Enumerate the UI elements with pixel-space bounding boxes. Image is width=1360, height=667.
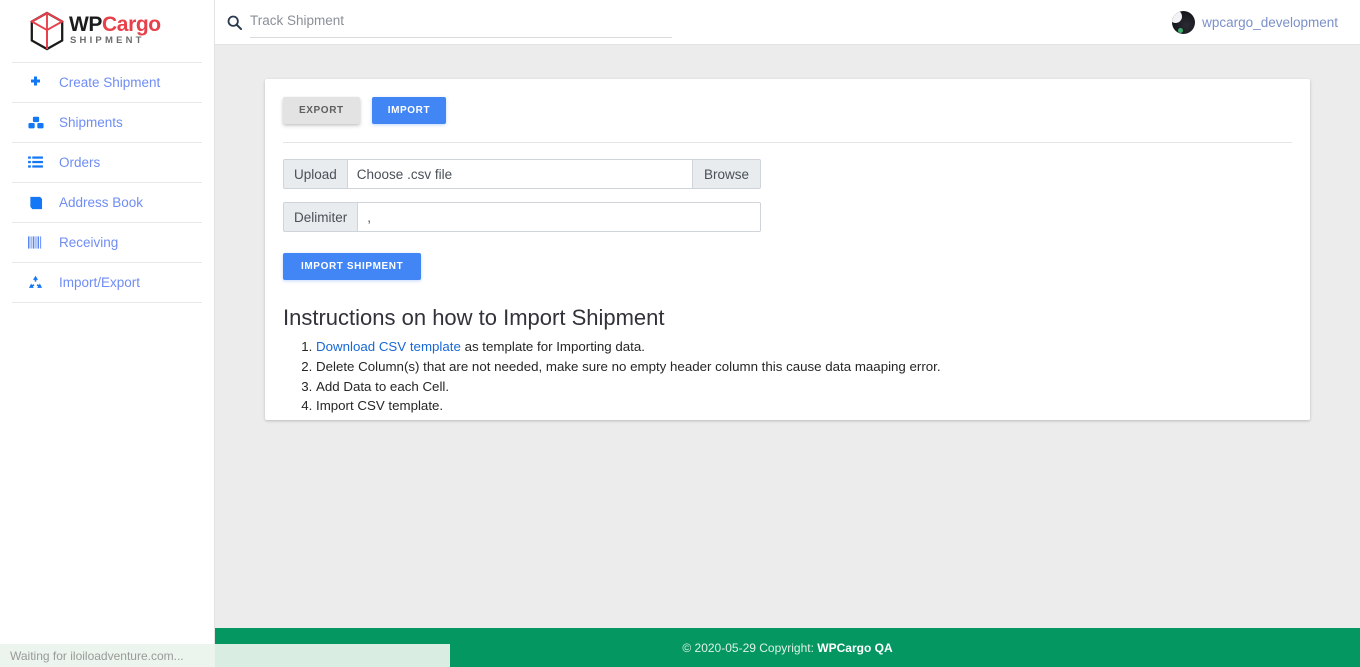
sidebar-item-label: Import/Export [59,275,141,290]
toolbar: EXPORT IMPORT [283,97,1292,124]
instructions-title: Instructions on how to Import Shipment [283,305,665,330]
book-icon [28,196,50,210]
delimiter-input[interactable] [357,202,761,232]
delimiter-label: Delimiter [283,202,358,232]
avatar-icon [1172,11,1196,34]
search-input[interactable] [250,6,672,38]
import-export-card: EXPORT IMPORT Upload Browse Delimiter IM… [265,79,1310,420]
browser-status-bar: Waiting for iloiloadventure.com... [0,644,450,667]
copyright-text: © 2020-05-29 Copyright: WPCargo QA [682,641,892,655]
sidebar-item-import-export[interactable]: Import/Export [0,263,214,302]
browse-button[interactable]: Browse [692,159,761,189]
upload-label: Upload [283,159,347,189]
instructions-list: Download CSV template as template for Im… [283,337,1292,416]
import-shipment-button[interactable]: IMPORT SHIPMENT [283,253,422,280]
main-content: EXPORT IMPORT Upload Browse Delimiter IM… [215,45,1360,628]
barcode-icon [28,236,50,249]
list-item-text: Delete Column(s) that are not needed, ma… [316,358,941,374]
download-csv-template-link[interactable]: Download CSV template [316,339,461,354]
import-form: Upload Browse Delimiter IMPORT SHIPMENT [283,143,1292,280]
logo-subtitle: SHIPMENT [70,35,145,46]
import-button[interactable]: IMPORT [371,97,447,124]
sidebar-item-address-book[interactable]: Address Book [0,183,214,222]
list-item-text: Add Data to each Cell. [316,378,450,394]
sidebar-item-label: Receiving [59,235,119,250]
user-menu[interactable]: wpcargo_development [1172,0,1338,45]
list-item-text: Import CSV template. [316,398,444,414]
list-item: Download CSV template as template for Im… [316,337,1292,356]
recycle-icon [28,275,50,290]
search-icon [227,15,242,30]
boxes-icon [28,116,50,130]
copyright-name: WPCargo QA [817,640,893,655]
track-shipment-search[interactable] [227,5,672,39]
brand-logo[interactable]: WPCargo SHIPMENT [0,0,214,62]
sidebar-item-receiving[interactable]: Receiving [0,223,214,262]
sidebar-item-label: Orders [59,155,101,170]
export-button[interactable]: EXPORT [283,97,360,124]
browser-status-text: Waiting for iloiloadventure.com... [10,648,184,663]
sidebar-item-label: Address Book [59,195,144,210]
logo-cargo-text: Cargo [102,13,161,36]
cube-box-icon [29,11,65,51]
list-item: Add Data to each Cell. [316,377,1292,396]
plus-icon [28,75,50,90]
upload-field-group: Upload Browse [283,159,761,189]
user-name: wpcargo_development [1202,15,1338,30]
list-item: Delete Column(s) that are not needed, ma… [316,357,1292,376]
sidebar-item-orders[interactable]: Orders [0,143,214,182]
copyright-prefix: © 2020-05-29 Copyright: [682,640,818,655]
sidebar-item-label: Shipments [59,115,123,130]
sidebar-item-label: Create Shipment [59,75,161,90]
sidebar-divider [12,302,202,303]
upload-file-input[interactable] [346,159,693,189]
top-header: wpcargo_development [215,0,1360,45]
sidebar-item-create-shipment[interactable]: Create Shipment [0,63,214,102]
sidebar-item-shipments[interactable]: Shipments [0,103,214,142]
logo-wp-text: WP [69,13,103,36]
list-item: Import CSV template. [316,396,1292,415]
sidebar: WPCargo SHIPMENT Create Shipment Shipmen… [0,0,215,667]
delimiter-field-group: Delimiter [283,202,761,232]
list-icon [28,156,50,169]
list-item-text: as template for Importing data. [460,339,645,354]
